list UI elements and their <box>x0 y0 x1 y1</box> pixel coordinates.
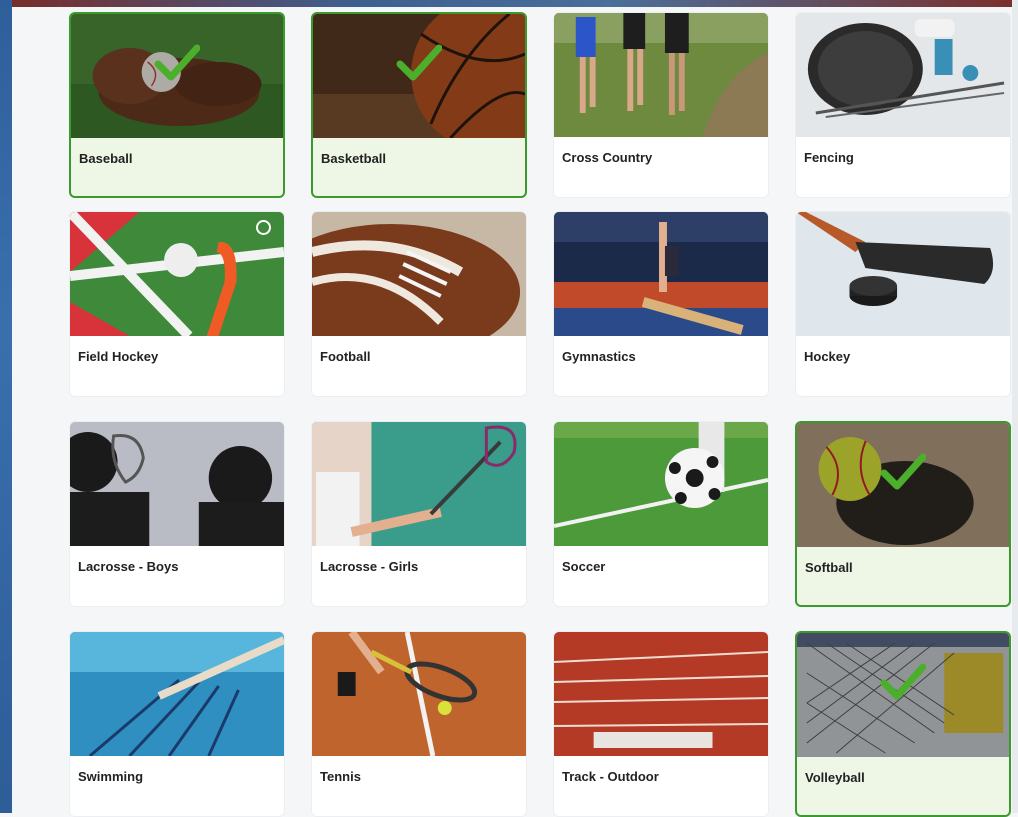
sport-card-volleyball[interactable]: Volleyball <box>795 631 1011 817</box>
lacrosse-girls-image <box>312 422 526 546</box>
sport-label: Swimming <box>78 769 144 784</box>
sport-label: Field Hockey <box>78 349 159 364</box>
sport-label: Baseball <box>79 151 133 166</box>
sport-card-cross-country[interactable]: Cross Country <box>553 12 769 198</box>
sport-card-lacrosse-girls[interactable]: Lacrosse - Girls <box>311 421 527 607</box>
lacrosse-boys-image <box>70 422 284 546</box>
checkmark-icon <box>396 44 442 81</box>
sport-card-baseball[interactable]: Baseball <box>69 12 285 198</box>
hockey-image <box>796 212 1010 336</box>
sport-card-fencing[interactable]: Fencing <box>795 12 1011 198</box>
sport-label: Hockey <box>804 349 851 364</box>
sport-card-gymnastics[interactable]: Gymnastics <box>553 211 769 397</box>
sport-card-tennis[interactable]: Tennis <box>311 631 527 817</box>
sport-label: Tennis <box>320 769 361 784</box>
sport-card-football[interactable]: Football <box>311 211 527 397</box>
track-image <box>554 632 768 756</box>
checkmark-icon <box>154 44 200 81</box>
sport-card-field-hockey[interactable]: Field Hockey <box>69 211 285 397</box>
field-hockey-image <box>70 212 284 336</box>
sport-card-softball[interactable]: Softball <box>795 421 1011 607</box>
sport-label: Soccer <box>562 559 606 574</box>
tennis-image <box>312 632 526 756</box>
sport-label: Volleyball <box>805 770 865 785</box>
soccer-image <box>554 422 768 546</box>
sport-label: Track - Outdoor <box>562 769 659 784</box>
sport-label: Football <box>320 349 371 364</box>
cross-country-image <box>554 13 768 137</box>
football-image <box>312 212 526 336</box>
checkmark-icon <box>880 453 926 490</box>
fencing-image <box>796 13 1010 137</box>
checkmark-icon <box>880 663 926 700</box>
sport-label: Lacrosse - Boys <box>78 559 179 574</box>
sport-label: Cross Country <box>562 150 653 165</box>
sport-card-hockey[interactable]: Hockey <box>795 211 1011 397</box>
swimming-image <box>70 632 284 756</box>
sports-grid: Baseball Basketball Cross Country Fencin… <box>0 0 1018 817</box>
unselected-radio-icon[interactable] <box>256 220 271 235</box>
sport-card-basketball[interactable]: Basketball <box>311 12 527 198</box>
sport-card-swimming[interactable]: Swimming <box>69 631 285 817</box>
gymnastics-image <box>554 212 768 336</box>
sport-card-soccer[interactable]: Soccer <box>553 421 769 607</box>
sport-label: Gymnastics <box>562 349 636 364</box>
sport-label: Basketball <box>321 151 387 166</box>
sport-card-track-outdoor[interactable]: Track - Outdoor <box>553 631 769 817</box>
sport-card-lacrosse-boys[interactable]: Lacrosse - Boys <box>69 421 285 607</box>
sport-label: Lacrosse - Girls <box>320 559 419 574</box>
sport-label: Fencing <box>804 150 854 165</box>
sport-label: Softball <box>805 560 853 575</box>
